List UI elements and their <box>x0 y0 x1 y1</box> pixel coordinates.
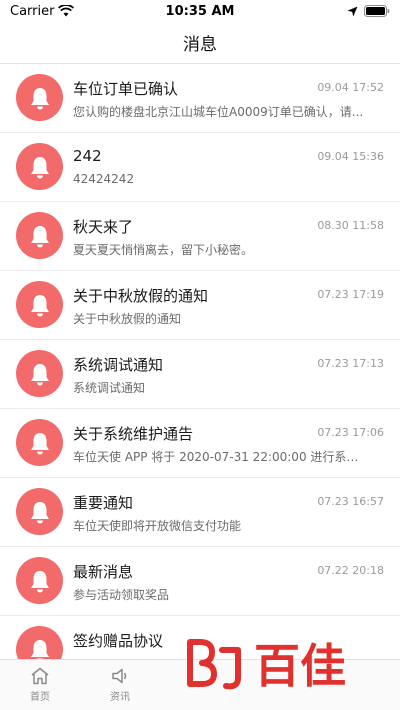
message-avatar <box>16 281 63 328</box>
status-bar: Carrier 10:35 AM <box>0 0 400 22</box>
tab-news[interactable]: 资讯 <box>80 660 160 710</box>
bell-icon <box>30 432 49 454</box>
message-time: 09.04 17:52 <box>317 81 384 94</box>
message-avatar <box>16 143 63 190</box>
message-time: 07.22 20:18 <box>317 564 384 577</box>
battery-icon <box>364 5 390 17</box>
message-list[interactable]: 车位订单已确认 09.04 17:52 您认购的楼盘北京江山城车位A0009订单已确… <box>0 64 400 659</box>
message-preview: 参与活动领取奖品 <box>73 588 170 602</box>
message-title: 秋天来了 <box>73 218 134 236</box>
home-icon <box>31 667 49 685</box>
message-row[interactable]: 关于系统维护通告 07.23 17:06 车位天使 APP 将于 2020-07-3… <box>0 409 400 478</box>
message-avatar <box>16 488 63 535</box>
message-row[interactable]: 最新消息 07.22 20:18 参与活动领取奖品 <box>0 547 400 616</box>
bell-icon <box>30 363 49 385</box>
location-arrow-icon <box>347 6 358 16</box>
message-title: 系统调试通知 <box>73 356 164 374</box>
message-row[interactable]: 签约赠品协议 <box>0 616 400 659</box>
message-row[interactable]: 关于中秋放假的通知 07.23 17:19 关于中秋放假的通知 <box>0 271 400 340</box>
message-row[interactable]: 车位订单已确认 09.04 17:52 您认购的楼盘北京江山城车位A0009订单已确… <box>0 64 400 133</box>
wifi-icon <box>58 5 75 17</box>
speaker-icon <box>112 668 127 684</box>
message-time: 07.23 16:57 <box>317 495 384 508</box>
message-avatar <box>16 74 63 121</box>
message-preview: 关于中秋放假的通知 <box>73 312 182 326</box>
bell-icon <box>30 570 49 592</box>
message-title: 关于中秋放假的通知 <box>73 287 209 305</box>
tab-bar: 首页 资讯 <box>0 659 400 710</box>
message-preview: 42424242 <box>73 172 135 186</box>
message-time: 07.23 17:13 <box>317 357 384 370</box>
message-row[interactable]: 242 09.04 15:36 42424242 <box>0 133 400 202</box>
message-avatar <box>16 350 63 397</box>
message-row[interactable]: 秋天来了 08.30 11:58 夏天夏天悄悄离去，留下小秘密。 <box>0 202 400 271</box>
message-row[interactable]: 系统调试通知 07.23 17:13 系统调试通知 <box>0 340 400 409</box>
bell-icon <box>30 87 49 109</box>
message-time: 07.23 17:19 <box>317 288 384 301</box>
bell-icon <box>30 639 49 659</box>
carrier-label: Carrier <box>10 3 55 19</box>
message-preview: 夏天夏天悄悄离去，留下小秘密。 <box>73 243 254 257</box>
message-preview: 车位天使即将开放微信支付功能 <box>73 519 242 533</box>
page-title: 消息 <box>183 35 217 55</box>
carrier-info: Carrier <box>10 3 75 19</box>
tab-news-label: 资讯 <box>110 692 130 703</box>
message-avatar <box>16 212 63 259</box>
message-title: 242 <box>73 147 102 165</box>
message-time: 08.30 11:58 <box>317 219 384 232</box>
message-time: 07.23 17:06 <box>317 426 384 439</box>
message-title: 车位订单已确认 <box>73 80 179 98</box>
navigation-bar: 消息 <box>0 22 400 64</box>
bell-icon <box>30 294 49 316</box>
tab-home[interactable]: 首页 <box>0 660 80 710</box>
bell-icon <box>30 501 49 523</box>
message-title: 最新消息 <box>73 563 134 581</box>
message-title: 重要通知 <box>73 494 134 512</box>
message-preview: 车位天使 APP 将于 2020-07-31 22:00:00 进行系统维... <box>73 450 369 464</box>
bell-icon <box>30 156 49 178</box>
message-avatar <box>16 626 63 659</box>
bell-icon <box>30 225 49 247</box>
message-avatar <box>16 419 63 466</box>
message-row[interactable]: 重要通知 07.23 16:57 车位天使即将开放微信支付功能 <box>0 478 400 547</box>
message-time: 09.04 15:36 <box>317 150 384 163</box>
message-preview: 系统调试通知 <box>73 381 146 395</box>
message-avatar <box>16 557 63 604</box>
tab-home-label: 首页 <box>30 692 50 703</box>
message-title: 关于系统维护通告 <box>73 425 194 443</box>
message-preview: 您认购的楼盘北京江山城车位A0009订单已确认，请... <box>73 105 364 119</box>
message-title: 签约赠品协议 <box>73 632 164 650</box>
